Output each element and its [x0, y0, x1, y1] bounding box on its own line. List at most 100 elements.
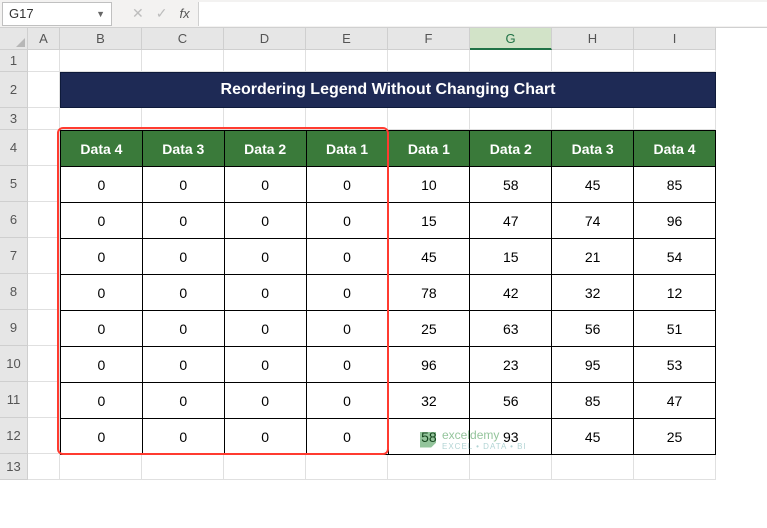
cell-B3[interactable]	[60, 108, 142, 130]
table-cell[interactable]: 0	[142, 275, 224, 311]
table-header[interactable]: Data 3	[552, 131, 634, 167]
table-cell[interactable]: 0	[61, 239, 143, 275]
table-cell[interactable]: 0	[224, 275, 306, 311]
table-cell[interactable]: 0	[142, 167, 224, 203]
table-header[interactable]: Data 2	[224, 131, 306, 167]
row-header-6[interactable]: 6	[0, 202, 28, 238]
grid[interactable]: Reordering Legend Without Changing Chart…	[28, 50, 716, 480]
table-cell[interactable]: 0	[61, 347, 143, 383]
table-cell[interactable]: 95	[552, 347, 634, 383]
cell-A10[interactable]	[28, 346, 60, 382]
table-cell[interactable]: 0	[224, 167, 306, 203]
table-cell[interactable]: 78	[388, 275, 470, 311]
table-cell[interactable]: 0	[142, 203, 224, 239]
table-cell[interactable]: 0	[306, 203, 388, 239]
cell-F1[interactable]	[388, 50, 470, 72]
table-cell[interactable]: 56	[470, 383, 552, 419]
row-header-1[interactable]: 1	[0, 50, 28, 72]
cell-G3[interactable]	[470, 108, 552, 130]
cell-A1[interactable]	[28, 50, 60, 72]
table-cell[interactable]: 51	[634, 311, 716, 347]
table-header[interactable]: Data 3	[142, 131, 224, 167]
table-cell[interactable]: 47	[470, 203, 552, 239]
cell-I1[interactable]	[634, 50, 716, 72]
cell-I13[interactable]	[634, 454, 716, 480]
column-header-H[interactable]: H	[552, 28, 634, 50]
cell-B1[interactable]	[60, 50, 142, 72]
cell-A12[interactable]	[28, 418, 60, 454]
table-cell[interactable]: 0	[306, 167, 388, 203]
table-cell[interactable]: 21	[552, 239, 634, 275]
select-all-corner[interactable]	[0, 28, 28, 50]
cell-A9[interactable]	[28, 310, 60, 346]
cell-H13[interactable]	[552, 454, 634, 480]
table-cell[interactable]: 0	[306, 383, 388, 419]
cell-F3[interactable]	[388, 108, 470, 130]
table-cell[interactable]: 23	[470, 347, 552, 383]
table-header[interactable]: Data 2	[470, 131, 552, 167]
cell-A5[interactable]	[28, 166, 60, 202]
table-cell[interactable]: 0	[306, 311, 388, 347]
cell-E1[interactable]	[306, 50, 388, 72]
cell-A6[interactable]	[28, 202, 60, 238]
cell-D1[interactable]	[224, 50, 306, 72]
table-cell[interactable]: 0	[61, 203, 143, 239]
cell-E13[interactable]	[306, 454, 388, 480]
cell-H3[interactable]	[552, 108, 634, 130]
cell-A8[interactable]	[28, 274, 60, 310]
table-cell[interactable]: 15	[470, 239, 552, 275]
table-cell[interactable]: 0	[306, 419, 388, 455]
cell-C3[interactable]	[142, 108, 224, 130]
table-cell[interactable]: 45	[552, 167, 634, 203]
table-cell[interactable]: 0	[224, 419, 306, 455]
formula-input[interactable]	[198, 2, 767, 26]
row-header-7[interactable]: 7	[0, 238, 28, 274]
table-cell[interactable]: 74	[552, 203, 634, 239]
table-cell[interactable]: 45	[552, 419, 634, 455]
column-header-B[interactable]: B	[60, 28, 142, 50]
cell-A11[interactable]	[28, 382, 60, 418]
row-header-3[interactable]: 3	[0, 108, 28, 130]
table-cell[interactable]: 0	[61, 383, 143, 419]
table-header[interactable]: Data 1	[388, 131, 470, 167]
table-header[interactable]: Data 4	[61, 131, 143, 167]
table-cell[interactable]: 0	[142, 347, 224, 383]
table-cell[interactable]: 96	[388, 347, 470, 383]
cancel-icon[interactable]: ✕	[132, 5, 144, 22]
table-cell[interactable]: 96	[634, 203, 716, 239]
name-box-dropdown-icon[interactable]: ▼	[96, 9, 105, 19]
row-header-10[interactable]: 10	[0, 346, 28, 382]
confirm-icon[interactable]: ✓	[156, 5, 168, 22]
cell-A2[interactable]	[28, 72, 60, 108]
table-cell[interactable]: 54	[634, 239, 716, 275]
cell-F13[interactable]	[388, 454, 470, 480]
cell-G1[interactable]	[470, 50, 552, 72]
cell-A3[interactable]	[28, 108, 60, 130]
row-header-2[interactable]: 2	[0, 72, 28, 108]
table-cell[interactable]: 25	[634, 419, 716, 455]
table-cell[interactable]: 0	[306, 347, 388, 383]
table-cell[interactable]: 63	[470, 311, 552, 347]
table-cell[interactable]: 0	[306, 239, 388, 275]
cell-E3[interactable]	[306, 108, 388, 130]
cell-H1[interactable]	[552, 50, 634, 72]
cell-B13[interactable]	[60, 454, 142, 480]
table-cell[interactable]: 0	[142, 239, 224, 275]
column-header-C[interactable]: C	[142, 28, 224, 50]
table-cell[interactable]: 42	[470, 275, 552, 311]
name-box[interactable]: G17 ▼	[2, 2, 112, 26]
table-cell[interactable]: 85	[634, 167, 716, 203]
fx-label[interactable]: fx	[179, 6, 189, 21]
row-header-8[interactable]: 8	[0, 274, 28, 310]
table-cell[interactable]: 0	[306, 275, 388, 311]
cell-I3[interactable]	[634, 108, 716, 130]
table-cell[interactable]: 15	[388, 203, 470, 239]
table-cell[interactable]: 58	[470, 167, 552, 203]
table-cell[interactable]: 0	[61, 167, 143, 203]
row-header-5[interactable]: 5	[0, 166, 28, 202]
column-header-F[interactable]: F	[388, 28, 470, 50]
row-header-4[interactable]: 4	[0, 130, 28, 166]
cell-A13[interactable]	[28, 454, 60, 480]
column-header-D[interactable]: D	[224, 28, 306, 50]
table-cell[interactable]: 0	[224, 239, 306, 275]
